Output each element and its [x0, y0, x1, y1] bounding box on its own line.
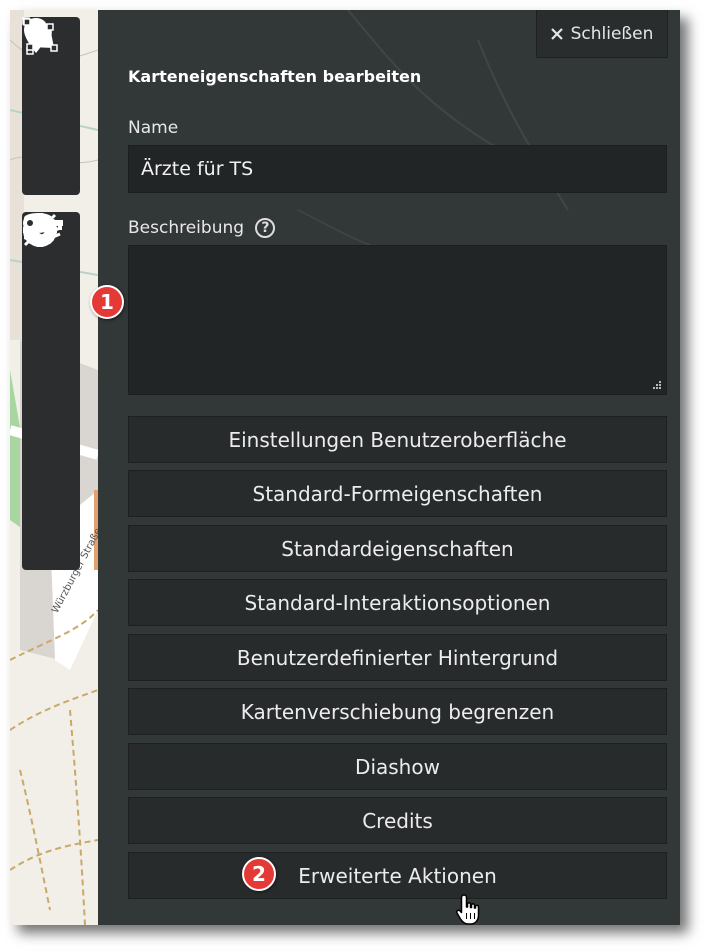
map-background[interactable]: Würzburger Straße — [10, 10, 98, 925]
name-input[interactable]: Ärzte für TS — [128, 145, 667, 193]
description-label-row: Beschreibung ? — [128, 218, 276, 238]
limit-bounds-button[interactable]: Kartenverschiebung begrenzen — [128, 688, 667, 735]
panel-title: Karteneigenschaften bearbeiten — [128, 67, 422, 86]
default-properties-button[interactable]: Standardeigenschaften — [128, 525, 667, 572]
credits-button[interactable]: Credits — [128, 797, 667, 844]
name-label: Name — [128, 118, 179, 138]
edit-map-properties-panel: Schließen Karteneigenschaften bearbeiten… — [98, 10, 680, 925]
description-label: Beschreibung — [128, 218, 245, 238]
hand-cursor-icon — [456, 894, 480, 925]
callout-marker-1: 1 — [90, 285, 124, 319]
help-icon[interactable]: ? — [255, 218, 276, 238]
close-label: Schließen — [570, 23, 654, 44]
draw-toolbar — [22, 17, 80, 195]
data-browser-button[interactable] — [22, 213, 80, 453]
resize-grip-icon[interactable] — [652, 380, 662, 390]
slideshow-button[interactable]: Diashow — [128, 743, 667, 790]
default-shape-properties-button[interactable]: Standard-Formeigenschaften — [128, 470, 667, 517]
key-icon — [23, 214, 63, 232]
settings-toolbar — [22, 212, 80, 570]
map-settings-button[interactable] — [22, 213, 80, 336]
center-view-button[interactable] — [22, 213, 80, 511]
default-interaction-options-button[interactable]: Standard-Interaktionsoptionen — [128, 579, 667, 626]
description-textarea[interactable] — [128, 245, 667, 395]
close-button[interactable]: Schließen — [536, 10, 668, 58]
ui-settings-button[interactable]: Einstellungen Benutzeroberfläche — [128, 416, 667, 463]
custom-background-button[interactable]: Benutzerdefinierter Hintergrund — [128, 634, 667, 681]
polygon-icon — [23, 18, 58, 52]
close-icon — [550, 27, 563, 40]
layers-button[interactable] — [22, 214, 80, 395]
draw-line-button[interactable] — [22, 17, 80, 133]
advanced-actions-button[interactable]: Erweiterte Aktionen — [128, 852, 667, 899]
draw-polygon-button[interactable] — [22, 18, 80, 188]
callout-marker-2: 2 — [242, 857, 276, 891]
app-window: Würzburger Straße Schließen Karteneigens… — [10, 10, 680, 925]
permissions-button[interactable] — [22, 214, 80, 570]
